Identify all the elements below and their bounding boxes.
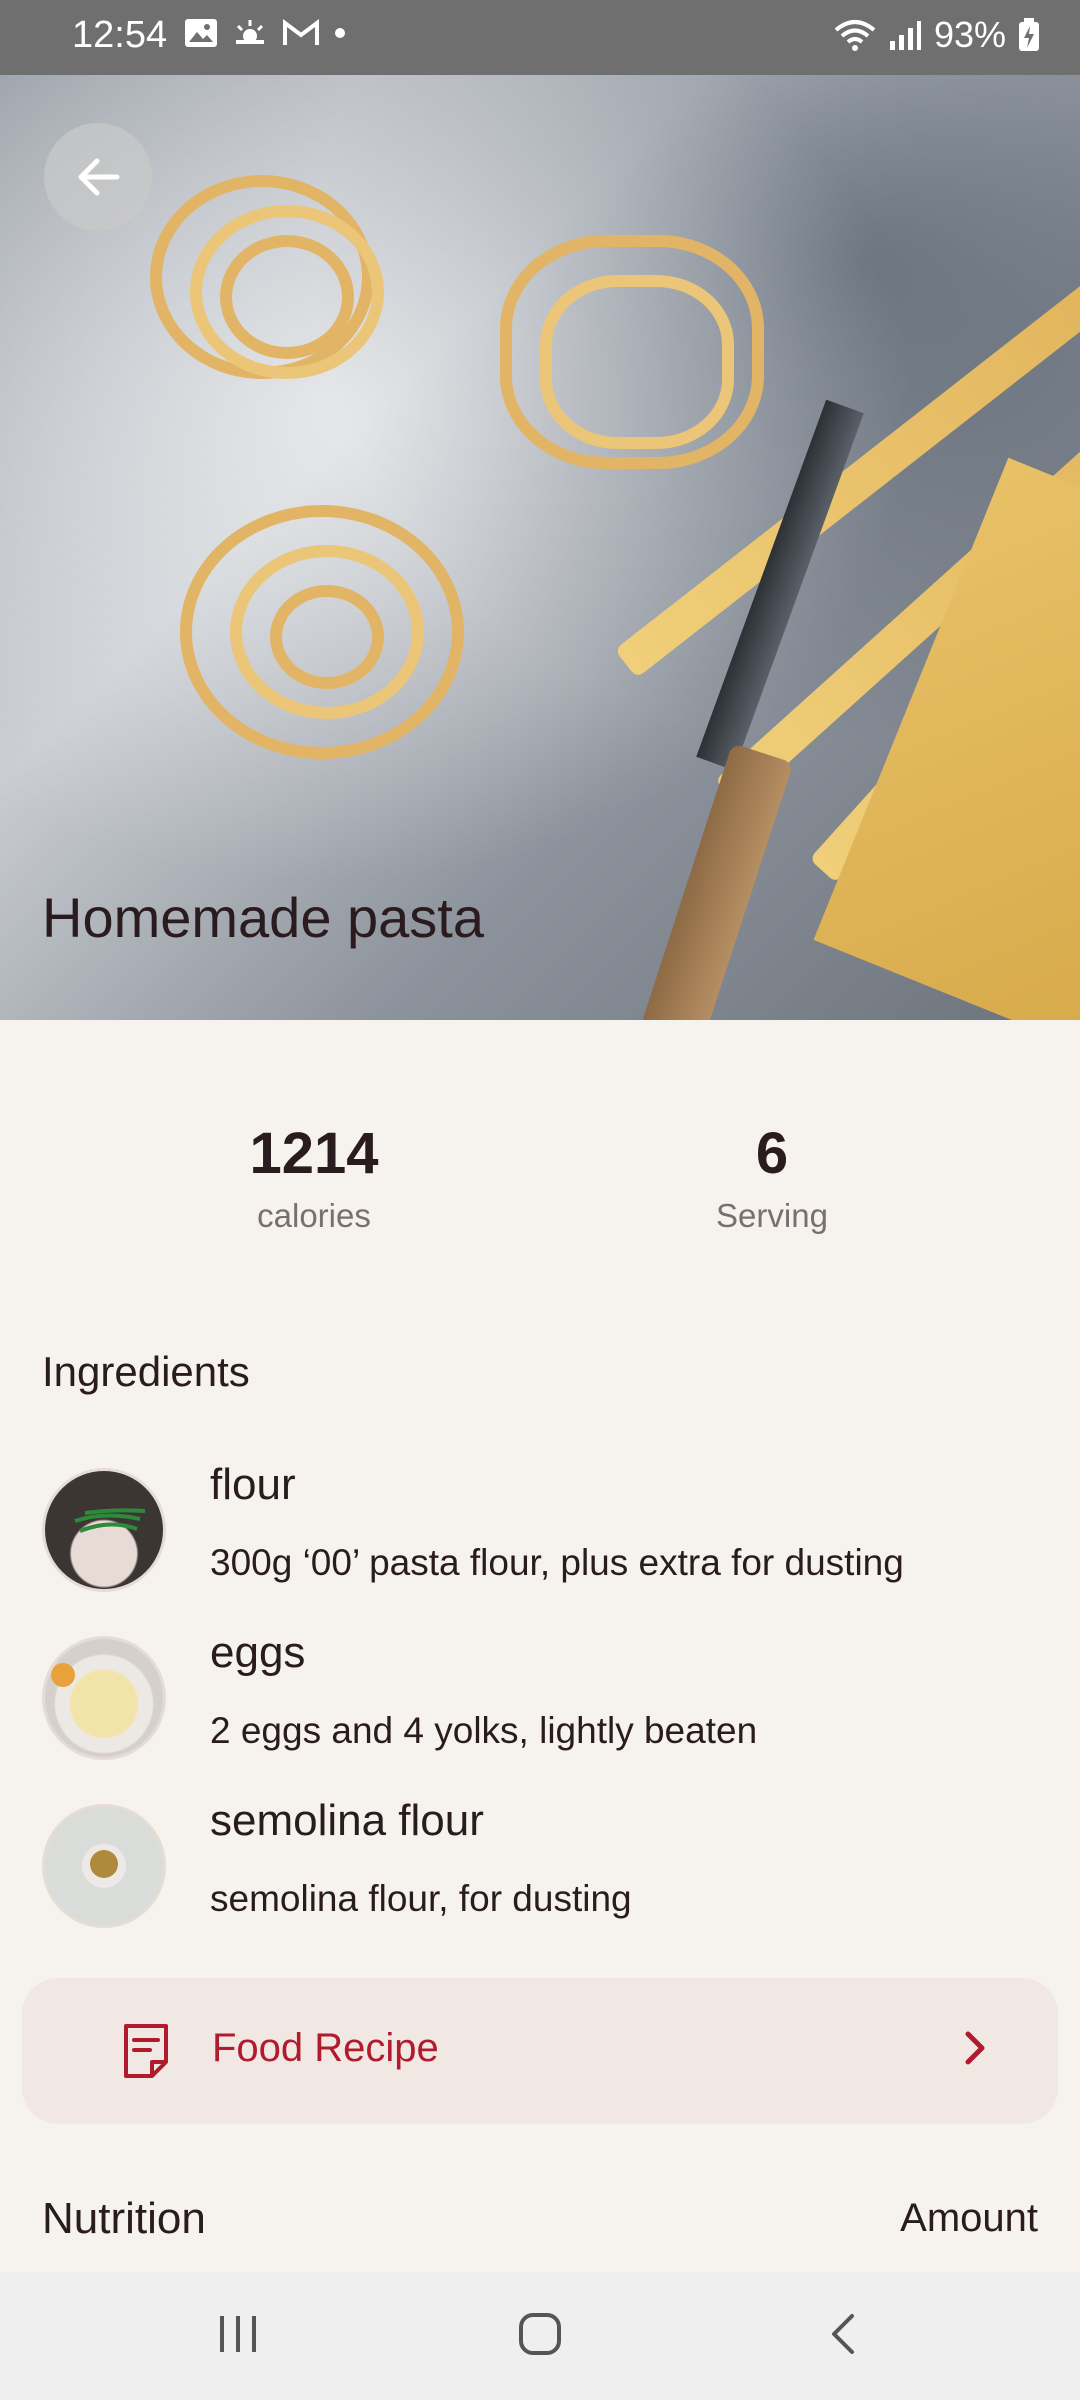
recent-apps-icon[interactable]: [214, 2310, 262, 2358]
ingredient-description: semolina flour, for dusting: [210, 1878, 632, 1919]
ingredient-name: flour: [210, 1460, 296, 1509]
dot-icon: [335, 28, 345, 38]
ingredient-thumbnail: [42, 1636, 166, 1760]
ingredient-item[interactable]: semolina flour semolina flour, for dusti…: [42, 1796, 1042, 1936]
serving-stat: 6 Serving: [642, 1120, 902, 1235]
arrow-left-icon: [78, 158, 120, 196]
recipe-title: Homemade pasta: [42, 886, 485, 949]
battery-percent: 93%: [933, 14, 1006, 55]
whisk-icon: [74, 1508, 146, 1533]
egg-bowl-icon: [51, 1663, 75, 1687]
ingredients-title: Ingredients: [42, 1348, 250, 1395]
recipe-note-icon: [124, 2024, 168, 2078]
signal-icon: [889, 21, 921, 50]
pasta-nest: [140, 165, 400, 405]
amount-column-label: Amount: [900, 2196, 1038, 2240]
back-nav-icon[interactable]: [824, 2310, 864, 2358]
image-icon: [185, 19, 217, 47]
semolina-bowl-icon: [82, 1844, 126, 1888]
ingredient-thumbnail: [42, 1468, 166, 1592]
ingredient-description: 2 eggs and 4 yolks, lightly beaten: [210, 1710, 758, 1751]
serving-value: 6: [755, 1121, 789, 1186]
recipe-hero-image: Homemade pasta: [0, 75, 1080, 1020]
status-bar: 12:54 93%: [0, 0, 1080, 75]
pasta-nest: [170, 495, 470, 765]
food-recipe-button[interactable]: Food Recipe: [22, 1978, 1058, 2124]
knife-handle: [630, 743, 794, 1020]
ingredient-item[interactable]: flour 300g ‘00’ pasta flour, plus extra …: [42, 1460, 1042, 1600]
ingredient-item[interactable]: eggs 2 eggs and 4 yolks, lightly beaten: [42, 1628, 1042, 1768]
pasta-sheet: [813, 457, 1080, 1020]
back-button[interactable]: [44, 123, 152, 231]
serving-label: Serving: [716, 1197, 828, 1234]
nutrition-title: Nutrition: [42, 2194, 206, 2243]
food-recipe-label: Food Recipe: [212, 2026, 439, 2070]
home-icon[interactable]: [516, 2310, 564, 2358]
calories-stat: 1214 calories: [184, 1120, 444, 1235]
pasta-nest: [480, 225, 780, 485]
status-notification-icons: [184, 18, 346, 48]
ingredient-description: 300g ‘00’ pasta flour, plus extra for du…: [210, 1542, 904, 1583]
status-system-icons: 93%: [834, 14, 1040, 56]
ingredient-thumbnail: [42, 1804, 166, 1928]
status-time: 12:54: [72, 14, 168, 56]
ingredient-name: semolina flour: [210, 1796, 484, 1845]
ingredient-name: eggs: [210, 1628, 306, 1677]
weather-icon: [236, 20, 264, 44]
battery-icon: [1019, 18, 1039, 51]
calories-value: 1214: [249, 1121, 379, 1186]
wifi-icon: [834, 20, 876, 51]
calories-label: calories: [257, 1197, 371, 1234]
system-nav-bar: [0, 2272, 1080, 2400]
gmail-icon: [283, 19, 319, 45]
chevron-right-icon: [965, 2031, 985, 2065]
